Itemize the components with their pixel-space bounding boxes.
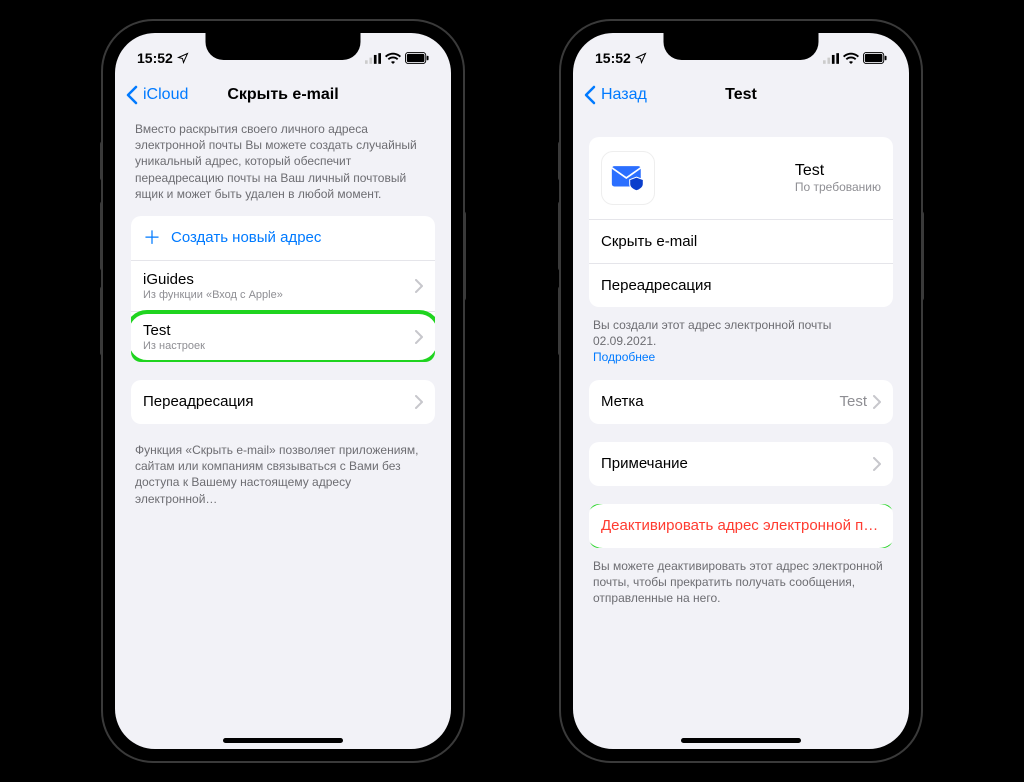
forward-group: Переадресация (131, 380, 435, 424)
item-title: iGuides (143, 271, 283, 288)
chevron-right-icon (873, 457, 881, 471)
label-value: Test (839, 393, 867, 410)
power-button (921, 211, 924, 301)
screen-right: 15:52 Назад Test (573, 33, 909, 749)
forward-label: Переадресация (143, 393, 254, 410)
item-sub: Из функции «Вход с Apple» (143, 289, 283, 301)
cellular-icon (365, 53, 381, 64)
home-indicator (223, 738, 343, 743)
list-item[interactable]: Test Из настроек (131, 311, 435, 362)
location-icon (635, 52, 647, 64)
deactivate-group: Деактивировать адрес электронной п… (589, 504, 893, 548)
plus-icon: ＋ (143, 229, 161, 247)
header-group: Test По требованию Скрыть e-mail Переадр… (589, 137, 893, 307)
hide-email-row[interactable]: Скрыть e-mail (589, 219, 893, 263)
footer-text: Функция «Скрыть e-mail» позволяет прилож… (135, 442, 431, 507)
item-title: Test (143, 322, 205, 339)
battery-icon (405, 52, 429, 64)
chevron-right-icon (415, 395, 423, 409)
header-row: Test По требованию (589, 137, 893, 219)
phone-left-frame: 15:52 iCloud Скрыть e-mail Вместо раскры… (103, 21, 463, 761)
phone-right-frame: 15:52 Назад Test (561, 21, 921, 761)
note-row[interactable]: Примечание (589, 442, 893, 486)
forward-row[interactable]: Переадресация (589, 263, 893, 307)
chevron-right-icon (415, 330, 423, 344)
chevron-right-icon (415, 279, 423, 293)
chevron-left-icon (125, 85, 139, 105)
item-sub: Из настроек (143, 340, 205, 352)
create-address-label: Создать новый адрес (171, 229, 321, 246)
addresses-group: ＋ Создать новый адрес iGuides Из функции… (131, 216, 435, 362)
power-button (463, 211, 466, 301)
created-text: Вы создали этот адрес электронной почты … (593, 317, 889, 366)
label-row[interactable]: Метка Test (589, 380, 893, 424)
created-date: Вы создали этот адрес электронной почты … (593, 318, 831, 348)
cellular-icon (823, 53, 839, 64)
back-button[interactable]: iCloud (125, 85, 188, 105)
mail-shield-icon (601, 151, 655, 205)
back-label: Назад (601, 86, 647, 104)
back-button[interactable]: Назад (583, 85, 647, 105)
chevron-left-icon (583, 85, 597, 105)
deactivate-note: Вы можете деактивировать этот адрес элек… (593, 558, 889, 607)
note-label: Примечание (601, 455, 688, 472)
nav-bar: iCloud Скрыть e-mail (115, 73, 451, 117)
more-link[interactable]: Подробнее (593, 350, 655, 364)
back-label: iCloud (143, 86, 188, 104)
deactivate-row[interactable]: Деактивировать адрес электронной п… (589, 504, 893, 548)
location-icon (177, 52, 189, 64)
status-time: 15:52 (595, 50, 631, 66)
deactivate-label: Деактивировать адрес электронной п… (601, 517, 878, 534)
notch (206, 33, 361, 60)
card-sub: По требованию (795, 180, 881, 194)
screen-left: 15:52 iCloud Скрыть e-mail Вместо раскры… (115, 33, 451, 749)
label-group: Метка Test (589, 380, 893, 424)
nav-bar: Назад Test (573, 73, 909, 117)
wifi-icon (843, 52, 859, 64)
card-title: Test (795, 162, 881, 180)
notch (664, 33, 819, 60)
note-group: Примечание (589, 442, 893, 486)
intro-text: Вместо раскрытия своего личного адреса э… (135, 121, 431, 202)
list-item[interactable]: iGuides Из функции «Вход с Apple» (131, 260, 435, 311)
hide-email-label: Скрыть e-mail (601, 233, 697, 250)
forward-row[interactable]: Переадресация (131, 380, 435, 424)
status-time: 15:52 (137, 50, 173, 66)
wifi-icon (385, 52, 401, 64)
home-indicator (681, 738, 801, 743)
label-title: Метка (601, 393, 644, 410)
battery-icon (863, 52, 887, 64)
forward-label: Переадресация (601, 277, 712, 294)
chevron-right-icon (873, 395, 881, 409)
create-address-row[interactable]: ＋ Создать новый адрес (131, 216, 435, 260)
